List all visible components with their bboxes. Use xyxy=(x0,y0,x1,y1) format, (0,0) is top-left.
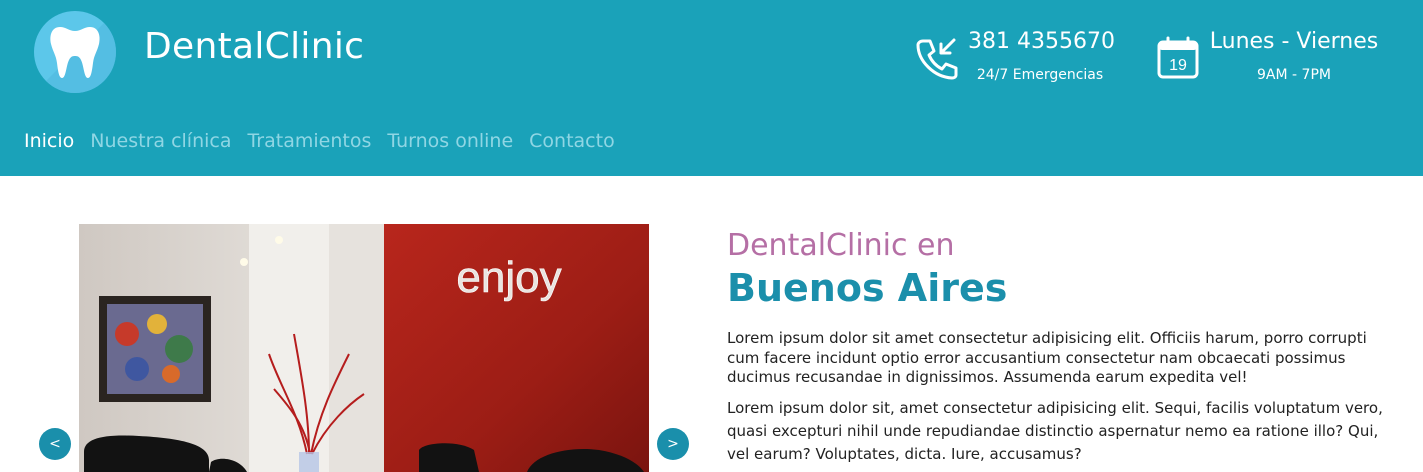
hero-paragraph-2: Lorem ipsum dolor sit, amet consectetur … xyxy=(727,399,1383,463)
calendar-day: 19 xyxy=(1169,57,1187,74)
open-days: Lunes - Viernes xyxy=(1209,29,1379,54)
nav-item-contacto[interactable]: Contacto xyxy=(529,130,615,152)
hero-title: Buenos Aires xyxy=(727,266,1008,310)
hero-subtitle: DentalClinic en xyxy=(727,228,955,263)
slider-next-button[interactable]: > xyxy=(657,428,689,460)
phone-contact: 381 4355670 24/7 Emergencias xyxy=(968,28,1115,84)
wall-sign-text: enjoy xyxy=(456,253,561,302)
main-nav: Inicio Nuestra clínica Tratamientos Turn… xyxy=(24,130,631,152)
hero-paragraph-1: Lorem ipsum dolor sit amet consectetur a… xyxy=(727,329,1367,386)
image-slider[interactable]: enjoy xyxy=(79,224,649,472)
clinic-waiting-room-image: enjoy xyxy=(79,224,649,472)
slider-prev-button[interactable]: < xyxy=(39,428,71,460)
open-hours: 9AM - 7PM xyxy=(1257,67,1331,83)
site-header: DentalClinic 381 4355670 24/7 Emergencia… xyxy=(0,0,1423,176)
brand-name[interactable]: DentalClinic xyxy=(144,26,364,67)
phone-number[interactable]: 381 4355670 xyxy=(968,28,1115,56)
calendar-icon: 19 xyxy=(1157,36,1199,79)
nav-item-nuestra-clinica[interactable]: Nuestra clínica xyxy=(90,130,231,152)
nav-item-turnos-online[interactable]: Turnos online xyxy=(387,130,513,152)
logo[interactable] xyxy=(34,11,116,93)
tooth-icon xyxy=(34,11,116,93)
hours-contact: Lunes - Viernes 9AM - 7PM xyxy=(1206,28,1382,84)
emergency-note: 24/7 Emergencias xyxy=(976,67,1104,83)
phone-incoming-icon xyxy=(916,38,958,80)
nav-item-inicio[interactable]: Inicio xyxy=(24,130,74,152)
nav-item-tratamientos[interactable]: Tratamientos xyxy=(247,130,371,152)
